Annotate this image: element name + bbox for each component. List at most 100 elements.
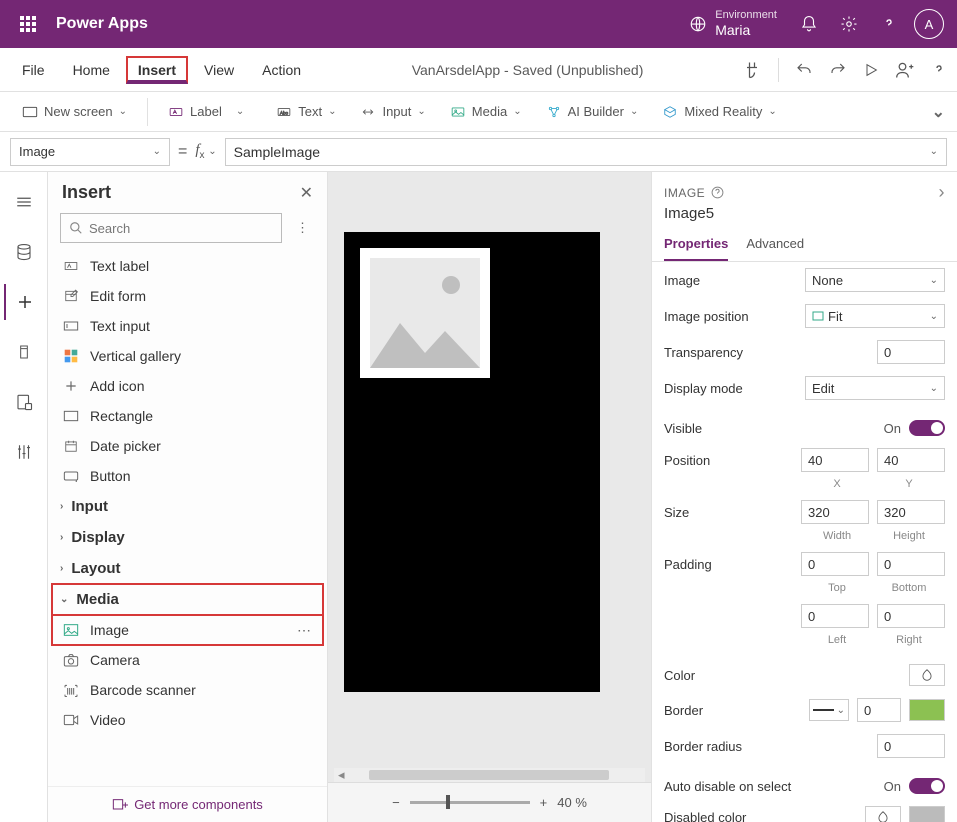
- environment-name: Maria: [715, 22, 777, 39]
- prop-pos-x-input[interactable]: 40: [801, 448, 869, 472]
- insert-edit-form[interactable]: Edit form: [52, 281, 323, 311]
- undo-icon[interactable]: [795, 61, 813, 79]
- insert-video[interactable]: Video: [52, 705, 323, 735]
- property-selector[interactable]: Image⌄: [10, 138, 170, 166]
- mixed-reality-button[interactable]: Mixed Reality⌄: [652, 100, 786, 123]
- prop-padding-label: Padding: [664, 557, 793, 572]
- prop-border-style[interactable]: ⌄: [809, 699, 849, 721]
- rail-tree-view-icon[interactable]: [4, 184, 44, 220]
- play-icon[interactable]: [863, 62, 879, 78]
- prop-borderradius-input[interactable]: 0: [877, 734, 945, 758]
- prop-border-label: Border: [664, 703, 801, 718]
- prop-height-input[interactable]: 320: [877, 500, 945, 524]
- get-more-components[interactable]: Get more components: [48, 786, 327, 822]
- prop-disabledcolor-picker[interactable]: [865, 806, 901, 822]
- insert-group-media[interactable]: ⌄Media: [52, 584, 323, 615]
- close-pane-icon[interactable]: ✕: [300, 183, 313, 203]
- redo-icon[interactable]: [829, 61, 847, 79]
- rail-media-icon[interactable]: [4, 334, 44, 370]
- app-launcher-icon[interactable]: [8, 0, 48, 48]
- app-header: Power Apps Environment Maria A: [0, 0, 957, 48]
- zoom-in-icon[interactable]: +: [540, 795, 548, 810]
- canvas[interactable]: [328, 172, 651, 782]
- menu-view[interactable]: View: [192, 56, 246, 84]
- prop-pad-top-input[interactable]: 0: [801, 552, 869, 576]
- insert-more-icon[interactable]: ⋮: [290, 220, 315, 236]
- horizontal-scrollbar[interactable]: ◂: [334, 768, 645, 782]
- prop-color-label: Color: [664, 668, 901, 683]
- document-status: VanArsdelApp - Saved (Unpublished): [317, 62, 738, 78]
- insert-text-label[interactable]: Text label: [52, 251, 323, 281]
- insert-search-input[interactable]: Search: [60, 213, 282, 243]
- prop-pad-bottom-input[interactable]: 0: [877, 552, 945, 576]
- prop-displaymode-input[interactable]: Edit⌄: [805, 376, 945, 400]
- properties-panel: IMAGE › Image5 Properties Advanced Image…: [651, 172, 957, 822]
- menu-bar: File Home Insert View Action VanArsdelAp…: [0, 48, 957, 92]
- label-button[interactable]: Label: [158, 100, 232, 123]
- menu-home[interactable]: Home: [61, 56, 122, 84]
- input-button[interactable]: Input⌄: [350, 100, 435, 123]
- expand-icon[interactable]: ›: [939, 182, 946, 203]
- image-control[interactable]: [360, 248, 490, 378]
- media-button[interactable]: Media⌄: [440, 100, 532, 123]
- menu-insert[interactable]: Insert: [126, 56, 188, 84]
- insert-group-input[interactable]: ›Input: [52, 491, 323, 522]
- menu-action[interactable]: Action: [250, 56, 313, 84]
- insert-vertical-gallery[interactable]: Vertical gallery: [52, 341, 323, 371]
- insert-camera[interactable]: Camera: [52, 645, 323, 675]
- new-screen-button[interactable]: New screen⌄: [12, 100, 137, 123]
- prop-disabledcolor-swatch[interactable]: [909, 806, 945, 822]
- menu-file[interactable]: File: [10, 56, 57, 84]
- prop-width-input[interactable]: 320: [801, 500, 869, 524]
- insert-button[interactable]: Button: [52, 461, 323, 491]
- equals-sign: =: [178, 143, 187, 161]
- settings-icon[interactable]: [829, 0, 869, 48]
- text-button[interactable]: Abc Text⌄: [266, 100, 346, 123]
- ai-builder-button[interactable]: AI Builder⌄: [536, 100, 649, 123]
- ribbon-overflow[interactable]: ⌄: [932, 102, 945, 122]
- insert-barcode[interactable]: Barcode scanner: [52, 675, 323, 705]
- prop-pad-right-input[interactable]: 0: [877, 604, 945, 628]
- tab-properties[interactable]: Properties: [664, 230, 728, 261]
- zoom-slider[interactable]: [410, 801, 530, 804]
- prop-image-input[interactable]: None⌄: [805, 268, 945, 292]
- help-menu-icon[interactable]: [931, 62, 947, 78]
- insert-group-display[interactable]: ›Display: [52, 522, 323, 553]
- prop-border-width[interactable]: 0: [857, 698, 901, 722]
- formula-input[interactable]: SampleImage⌄: [225, 138, 947, 166]
- insert-text-input[interactable]: Text input: [52, 311, 323, 341]
- app-title: Power Apps: [56, 15, 148, 33]
- prop-imgpos-input[interactable]: Fit⌄: [805, 304, 945, 328]
- insert-date-picker[interactable]: Date picker: [52, 431, 323, 461]
- prop-visible-toggle[interactable]: [909, 420, 945, 436]
- rail-data-icon[interactable]: [4, 234, 44, 270]
- insert-group-layout[interactable]: ›Layout: [52, 553, 323, 584]
- rail-tools-icon[interactable]: [4, 434, 44, 470]
- label-dropdown[interactable]: ⌄: [236, 106, 244, 117]
- info-icon[interactable]: [711, 186, 724, 199]
- environment-picker[interactable]: Environment Maria: [689, 9, 777, 39]
- notifications-icon[interactable]: [789, 0, 829, 48]
- prop-border-color[interactable]: [909, 699, 945, 721]
- prop-autodisable-toggle[interactable]: [909, 778, 945, 794]
- account-avatar[interactable]: A: [909, 0, 949, 48]
- prop-autodisable-label: Auto disable on select: [664, 779, 884, 794]
- fx-icon[interactable]: fx ⌄: [195, 142, 216, 161]
- app-checker-icon[interactable]: [742, 60, 762, 80]
- prop-color-picker[interactable]: [909, 664, 945, 686]
- rail-insert-icon[interactable]: [4, 284, 44, 320]
- insert-image[interactable]: Image⋯: [52, 615, 323, 645]
- zoom-out-icon[interactable]: −: [392, 795, 400, 810]
- prop-transparency-input[interactable]: 0: [877, 340, 945, 364]
- share-icon[interactable]: [895, 60, 915, 80]
- insert-add-icon[interactable]: Add icon: [52, 371, 323, 401]
- help-icon[interactable]: [869, 0, 909, 48]
- app-screen[interactable]: [344, 232, 600, 692]
- prop-pos-y-input[interactable]: 40: [877, 448, 945, 472]
- prop-pad-left-input[interactable]: 0: [801, 604, 869, 628]
- control-name[interactable]: Image5: [652, 205, 957, 230]
- tab-advanced[interactable]: Advanced: [746, 230, 804, 261]
- environment-icon: [689, 15, 707, 33]
- insert-rectangle[interactable]: Rectangle: [52, 401, 323, 431]
- rail-advanced-icon[interactable]: [4, 384, 44, 420]
